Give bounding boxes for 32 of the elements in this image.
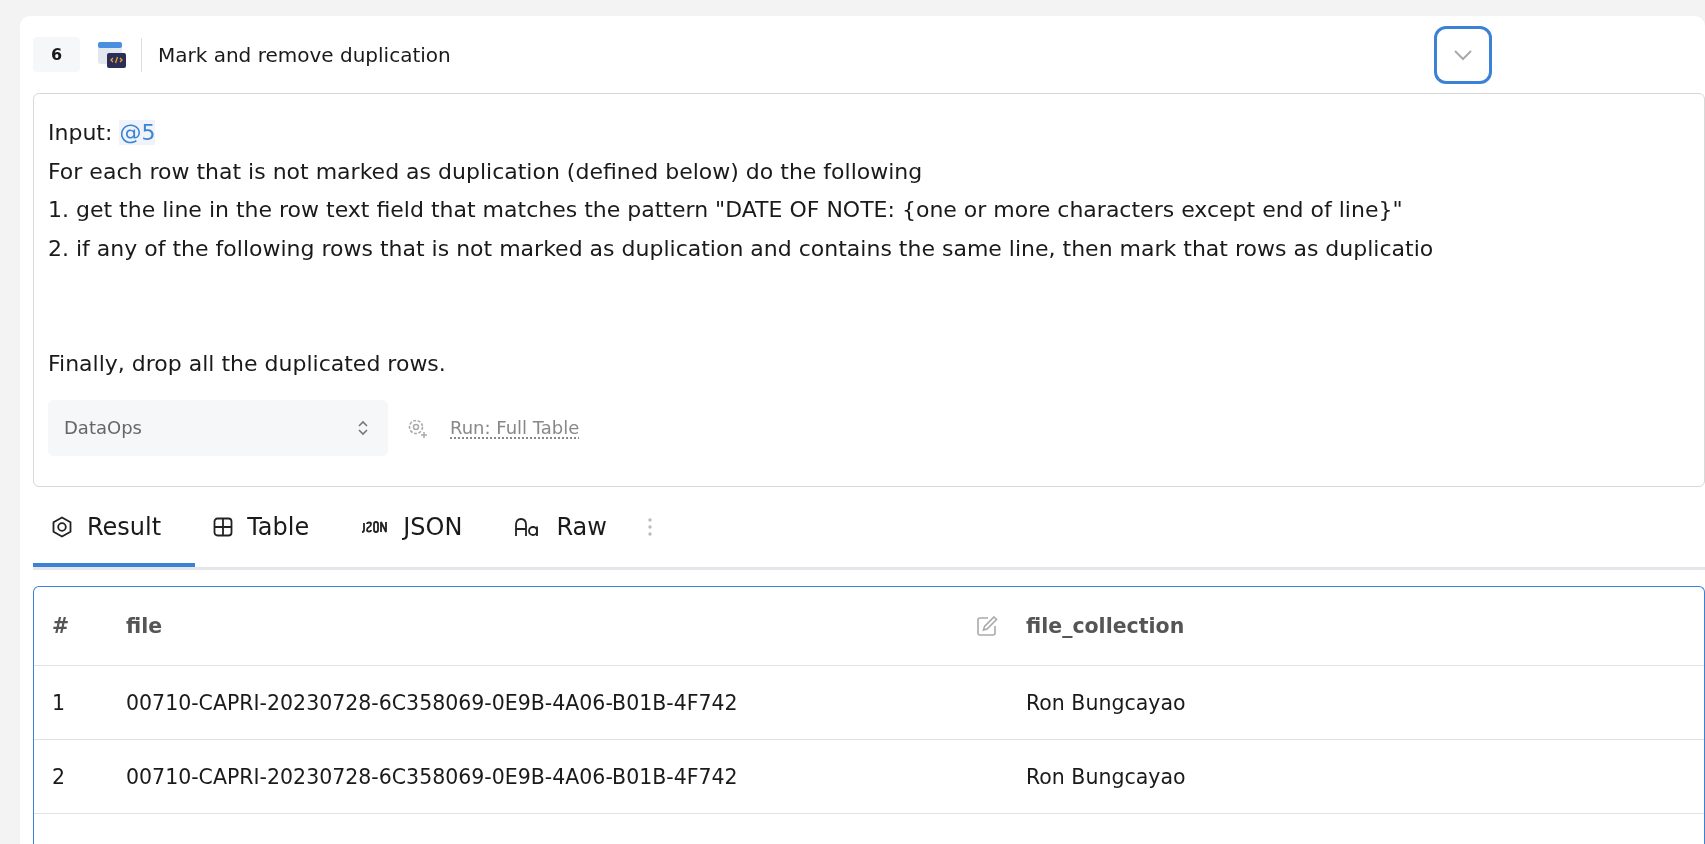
table-cell: Ron Bungcayao <box>1026 690 1186 715</box>
tab[interactable]: Table <box>195 490 344 567</box>
table-cell: 00710-CAPRI-20230728-6C358069-0E9B-4A06-B01B-4F742 <box>126 690 738 715</box>
table-cell-text: 1 <box>51 690 67 715</box>
json-icon <box>361 520 390 533</box>
tab[interactable]: Result <box>33 490 196 567</box>
table-cell: 00710-CAPRI-20230728-6C358069-0E9B-4A06-B01B-4F742 <box>126 764 738 789</box>
more-icon[interactable] <box>646 517 653 537</box>
up-down-caret-icon <box>358 419 368 436</box>
column-header: # <box>51 614 71 638</box>
prompt-line: Input: @5 <box>48 119 157 147</box>
table-code-icon <box>97 39 127 70</box>
prompt-line: 2. if any of the following rows that is not marked as duplication and contains the same line, then mark that rows as duplicatio <box>48 234 1435 263</box>
tab[interactable]: Raw <box>496 490 641 567</box>
expand-button[interactable] <box>1433 25 1492 84</box>
prompt-editor[interactable] <box>33 93 1705 487</box>
prompt-line: 1. get the line in the row text field that matches the pattern "DATE OF NOTE: {one or more characters except end of line}" <box>48 196 1404 224</box>
prompt-line: For each row that is not marked as duplication (defined below) do the following <box>48 157 924 186</box>
column-header: file <box>126 614 163 638</box>
edit-icon[interactable] <box>976 615 998 637</box>
cell-number: 6 <box>33 37 80 72</box>
engine-select[interactable]: DataOps <box>48 399 388 456</box>
run-scope-link[interactable]: Run: Full Table <box>450 417 580 438</box>
tab[interactable]: JSON <box>343 490 497 567</box>
chevron-down-icon <box>1452 48 1473 61</box>
column-header: file_collection <box>1026 614 1185 638</box>
table-cell-text: 2 <box>51 764 67 789</box>
cell-title: Mark and remove duplication <box>158 42 451 67</box>
prompt-line: Finally, drop all the duplicated rows. <box>48 350 447 378</box>
table-cell: Ron Bungcayao <box>1026 764 1186 789</box>
grid-icon <box>213 516 234 537</box>
hexagon-icon <box>51 515 73 538</box>
